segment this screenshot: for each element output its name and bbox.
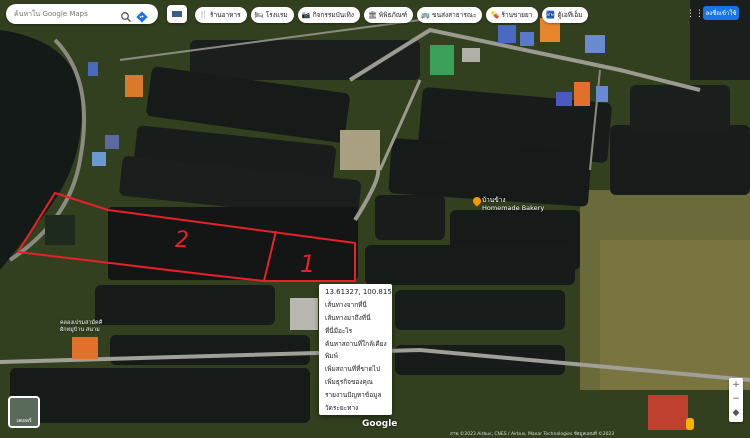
category-chips: 🍴 ร้านอาหาร 🛏 โรงแรม 📷 กิจกรรมบันเทิง 🏛 พิพิ… (195, 7, 589, 23)
context-directions-from[interactable]: เส้นทางจากที่นี่ (319, 299, 392, 312)
poi-label-small[interactable]: คลองเปรมสามัคคี ผักหมู่บ้าน สนาม (60, 320, 102, 334)
map-attribution: ภาพ ©2023 Airbus, CNES / Airbus, Maxar T… (450, 432, 615, 437)
layer-switcher-label: เลเยอร์ (16, 418, 32, 424)
chip-pharmacy[interactable]: 💊 ร้านขายยา (486, 7, 539, 23)
context-add-missing-place[interactable]: เพิ่มสถานที่ที่ขาดไป (319, 363, 392, 376)
place-label-bakery[interactable]: บ้านข้าง Homemade Bakery (471, 195, 545, 212)
place-name-th: บ้านข้าง (482, 196, 506, 204)
context-report-data[interactable]: รายงานปัญหาข้อมูล (319, 388, 392, 401)
compass-icon[interactable]: ◆ (729, 406, 743, 420)
chip-label: ร้านขายยา (501, 11, 533, 19)
search-icon[interactable] (120, 8, 132, 22)
pharmacy-icon: 💊 (490, 11, 500, 19)
place-name-en: Homemade Bakery (482, 204, 545, 212)
chip-museum[interactable]: 🏛 พิพิธภัณฑ์ (363, 7, 414, 23)
poi-line-2: ผักหมู่บ้าน สนาม (60, 327, 100, 333)
plot-label-2: 2 (175, 228, 189, 253)
chip-transit[interactable]: 🚌 ขนส่งสาธารณะ (417, 7, 483, 23)
plot-label-1: 1 (300, 250, 315, 278)
context-measure-distance[interactable]: วัดระยะทาง (319, 401, 392, 414)
search-box[interactable] (6, 4, 158, 24)
chip-atm[interactable]: 🏧 ตู้เอทีเอ็ม (542, 7, 589, 23)
attractions-icon: 📷 (301, 11, 311, 19)
chip-label: โรงแรม (265, 11, 288, 19)
layer-switcher[interactable]: เลเยอร์ (8, 396, 40, 428)
context-directions-to[interactable]: เส้นทางมาถึงที่นี่ (319, 312, 392, 325)
zoom-out-button[interactable]: − (729, 392, 743, 406)
bakery-pin-icon[interactable] (471, 195, 483, 207)
atm-icon: 🏧 (546, 11, 556, 19)
transit-icon: 🚌 (421, 11, 430, 19)
chip-label: ตู้เอทีเอ็ม (557, 11, 583, 19)
search-input[interactable] (12, 9, 116, 19)
chip-restaurant[interactable]: 🍴 ร้านอาหาร (195, 7, 247, 23)
chip-label: ขนส่งสาธารณะ (432, 11, 477, 19)
chip-label: พิพิธภัณฑ์ (378, 11, 408, 19)
zoom-in-button[interactable]: + (729, 378, 743, 392)
museum-icon: 🏛 (367, 11, 377, 19)
poi-line-1: คลองเปรมสามัคคี (60, 320, 103, 326)
chip-label: กิจกรรมบันเทิง (312, 11, 354, 19)
hotel-icon: 🛏 (254, 11, 264, 19)
google-logo: Google (362, 419, 398, 429)
context-whats-here[interactable]: ที่นี่มีอะไร (319, 324, 392, 337)
sign-in-button[interactable]: ลงชื่อเข้าใช้ (703, 6, 739, 20)
pegman-icon[interactable] (686, 418, 694, 430)
directions-icon[interactable] (136, 8, 148, 23)
context-add-business[interactable]: เพิ่มธุรกิจของคุณ (319, 376, 392, 389)
chip-hotel[interactable]: 🛏 โรงแรม (250, 7, 294, 23)
restaurant-icon: 🍴 (199, 11, 208, 19)
chip-attractions[interactable]: 📷 กิจกรรมบันเทิง (297, 7, 360, 23)
context-coordinates[interactable]: 13.61327, 100.81587 (319, 286, 392, 299)
menu-toggle-button[interactable] (167, 5, 187, 23)
context-search-nearby[interactable]: ค้นหาสถานที่ใกล้เคียง (319, 337, 392, 350)
zoom-controls: + − ◆ (729, 378, 743, 422)
context-print[interactable]: พิมพ์ (319, 350, 392, 363)
context-menu: 13.61327, 100.81587 เส้นทางจากที่นี่ เส้… (319, 284, 392, 415)
apps-grid-icon[interactable]: ⋮⋮ (686, 8, 704, 20)
chip-label: ร้านอาหาร (210, 11, 241, 19)
